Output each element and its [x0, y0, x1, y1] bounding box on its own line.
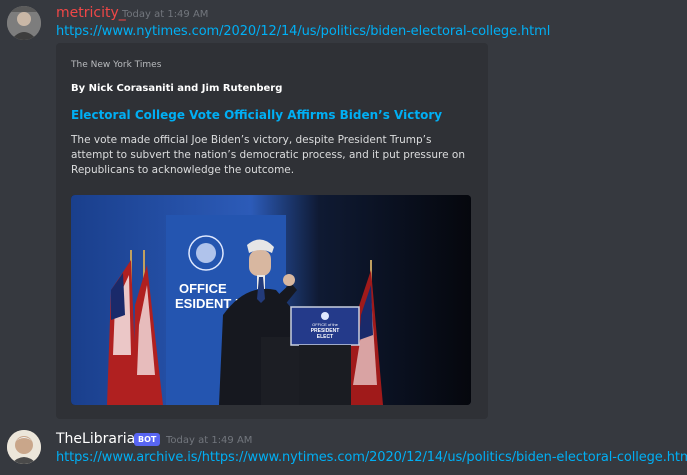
backdrop-sign-line1: OFFICE — [179, 281, 227, 296]
username[interactable]: metricity_ — [56, 5, 126, 21]
avatar-thelibrarian[interactable] — [7, 430, 41, 464]
message-link[interactable]: https://www.archive.is/https://www.nytim… — [56, 450, 687, 465]
embed-title[interactable]: Electoral College Vote Officially Affirm… — [71, 108, 442, 122]
bot-tag: BOT — [134, 433, 161, 446]
message-link[interactable]: https://www.nytimes.com/2020/12/14/us/po… — [56, 24, 550, 39]
link-embed: The New York Times By Nick Corasaniti an… — [56, 43, 488, 419]
avatar-metricity[interactable] — [7, 6, 41, 40]
embed-author: By Nick Corasaniti and Jim Rutenberg — [71, 83, 283, 94]
podium-sign-line1: OFFICE of the — [312, 322, 339, 327]
embed-provider: The New York Times — [71, 60, 162, 70]
timestamp: Today at 1:49 AM — [166, 435, 253, 446]
timestamp: Today at 1:49 AM — [122, 9, 209, 20]
podium-sign-line3: ELECT — [317, 334, 333, 340]
username[interactable]: TheLibrarian — [56, 431, 144, 447]
embed-image[interactable]: OFFICE ESIDENT E OFFICE of the PRESIDENT… — [71, 195, 471, 405]
embed-description: The vote made official Joe Biden’s victo… — [71, 134, 465, 176]
